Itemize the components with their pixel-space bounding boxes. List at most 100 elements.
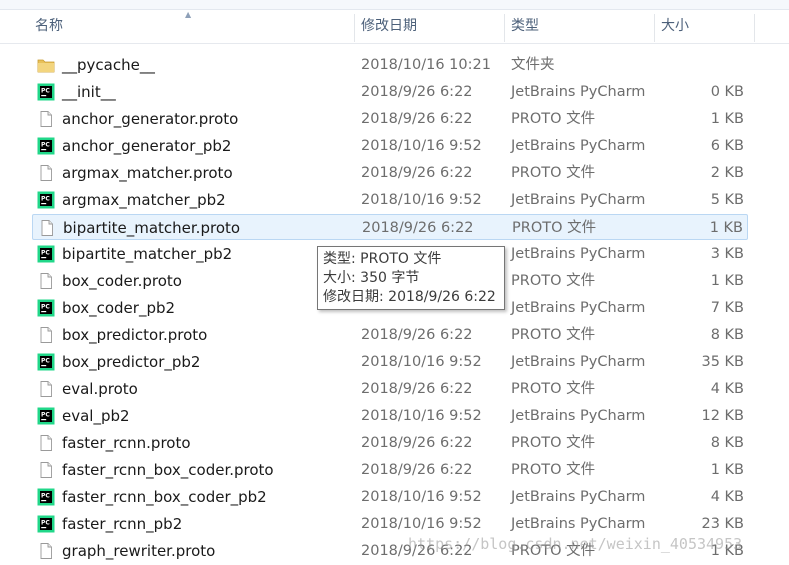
- file-row[interactable]: argmax_matcher.proto 2018/9/26 6:22 PROTO …: [32, 160, 748, 186]
- column-header-size[interactable]: 大小: [654, 10, 754, 43]
- file-icon: [38, 219, 56, 237]
- file-name: faster_rcnn.proto: [62, 434, 191, 452]
- file-name: graph_rewriter.proto: [62, 542, 216, 560]
- file-size: 8 KB: [710, 327, 744, 343]
- file-size: 12 KB: [701, 408, 744, 424]
- file-name: anchor_generator.proto: [62, 110, 239, 128]
- pycharm-icon: PC: [37, 191, 55, 209]
- file-row[interactable]: bipartite_matcher.proto 2018/9/26 6:22 PRO…: [32, 214, 748, 240]
- file-type: PROTO 文件: [511, 381, 596, 397]
- file-date: 2018/9/26 6:22: [361, 165, 473, 181]
- file-date: 2018/9/26 6:22: [361, 327, 473, 343]
- file-type: JetBrains PyCharm: [511, 246, 646, 262]
- file-date: 2018/9/26 6:22: [361, 381, 473, 397]
- file-icon: [37, 380, 55, 398]
- tooltip-type: 类型: PROTO 文件: [323, 251, 442, 267]
- file-date: 2018/10/16 9:52: [361, 516, 482, 532]
- file-icon: [37, 110, 55, 128]
- file-type: JetBrains PyCharm: [511, 354, 646, 370]
- file-row[interactable]: PC faster_rcnn_box_coder_pb2 2018/10/16 9:…: [32, 484, 748, 510]
- file-size: 8 KB: [710, 435, 744, 451]
- file-row[interactable]: __pycache__ 2018/10/16 10:21 文件夹: [32, 52, 748, 78]
- file-icon: [37, 272, 55, 290]
- file-date: 2018/10/16 9:52: [361, 138, 482, 154]
- file-size: 2 KB: [710, 165, 744, 181]
- file-row[interactable]: anchor_generator.proto 2018/9/26 6:22 PROT…: [32, 106, 748, 132]
- file-name: bipartite_matcher.proto: [63, 219, 241, 237]
- file-name: box_coder_pb2: [62, 299, 176, 317]
- column-header-name-label: 名称: [35, 18, 63, 34]
- file-icon: [37, 542, 55, 560]
- file-name: argmax_matcher.proto: [62, 164, 233, 182]
- file-size: 3 KB: [710, 246, 744, 262]
- column-header-date[interactable]: 修改日期: [354, 10, 504, 43]
- file-type: PROTO 文件: [511, 111, 596, 127]
- file-type: JetBrains PyCharm: [511, 84, 646, 100]
- file-type: PROTO 文件: [511, 435, 596, 451]
- svg-text:PC: PC: [41, 412, 50, 419]
- pycharm-icon: PC: [37, 245, 55, 263]
- file-date: 2018/9/26 6:22: [361, 111, 473, 127]
- file-row[interactable]: PC anchor_generator_pb2 2018/10/16 9:52 Jet…: [32, 133, 748, 159]
- folder-icon: [37, 56, 55, 74]
- file-size: 4 KB: [710, 381, 744, 397]
- file-name: eval.proto: [62, 380, 138, 398]
- file-type: JetBrains PyCharm: [511, 138, 646, 154]
- pycharm-icon: PC: [37, 137, 55, 155]
- tooltip-size: 大小: 350 字节: [323, 270, 420, 286]
- svg-text:PC: PC: [41, 520, 50, 527]
- file-size: 1 KB: [710, 462, 744, 478]
- file-row[interactable]: PC eval_pb2 2018/10/16 9:52 JetBrains PyCha…: [32, 403, 748, 429]
- column-header-type[interactable]: 类型: [504, 10, 654, 43]
- file-row[interactable]: PC __init__ 2018/9/26 6:22 JetBrains PyChar…: [32, 79, 748, 105]
- file-name: box_predictor_pb2: [62, 353, 201, 371]
- file-icon: [37, 164, 55, 182]
- column-divider[interactable]: [754, 14, 755, 42]
- file-date: 2018/10/16 9:52: [361, 489, 482, 505]
- file-size: 35 KB: [701, 354, 744, 370]
- top-border: [0, 0, 789, 10]
- file-type: 文件夹: [511, 57, 555, 73]
- file-name: __pycache__: [62, 56, 155, 74]
- svg-text:PC: PC: [41, 142, 50, 149]
- file-date: 2018/9/26 6:22: [361, 462, 473, 478]
- pycharm-icon: PC: [37, 407, 55, 425]
- file-type: JetBrains PyCharm: [511, 489, 646, 505]
- file-type: PROTO 文件: [511, 462, 596, 478]
- file-name: box_coder.proto: [62, 272, 182, 290]
- column-header-name[interactable]: 名称: [28, 10, 354, 43]
- file-date: 2018/9/26 6:22: [361, 435, 473, 451]
- file-date: 2018/10/16 9:52: [361, 354, 482, 370]
- file-row[interactable]: faster_rcnn_box_coder.proto 2018/9/26 6:2…: [32, 457, 748, 483]
- file-name: faster_rcnn_pb2: [62, 515, 183, 533]
- file-row[interactable]: box_predictor.proto 2018/9/26 6:22 PROTO 文…: [32, 322, 748, 348]
- file-name: anchor_generator_pb2: [62, 137, 232, 155]
- svg-text:PC: PC: [41, 358, 50, 365]
- file-type: PROTO 文件: [511, 165, 596, 181]
- watermark: https://blog.csdn.net/weixin_40534953: [408, 535, 743, 553]
- pycharm-icon: PC: [37, 83, 55, 101]
- file-type: PROTO 文件: [512, 220, 597, 236]
- file-row[interactable]: faster_rcnn.proto 2018/9/26 6:22 PROTO 文件 8…: [32, 430, 748, 456]
- file-date: 2018/10/16 9:52: [361, 408, 482, 424]
- file-name: faster_rcnn_box_coder.proto: [62, 461, 274, 479]
- file-row[interactable]: PC argmax_matcher_pb2 2018/10/16 9:52 JetBr…: [32, 187, 748, 213]
- file-size: 6 KB: [710, 138, 744, 154]
- file-type: PROTO 文件: [511, 327, 596, 343]
- pycharm-icon: PC: [37, 299, 55, 317]
- file-row[interactable]: PC box_predictor_pb2 2018/10/16 9:52 JetBra…: [32, 349, 748, 375]
- file-row[interactable]: PC faster_rcnn_pb2 2018/10/16 9:52 JetBrain…: [32, 511, 748, 537]
- svg-text:PC: PC: [41, 88, 50, 95]
- file-name: argmax_matcher_pb2: [62, 191, 226, 209]
- file-date: 2018/9/26 6:22: [361, 84, 473, 100]
- file-type: JetBrains PyCharm: [511, 408, 646, 424]
- column-header-type-label: 类型: [511, 18, 539, 34]
- file-name: __init__: [62, 83, 116, 101]
- column-header-size-label: 大小: [661, 18, 689, 34]
- file-date: 2018/10/16 9:52: [361, 192, 482, 208]
- file-row[interactable]: eval.proto 2018/9/26 6:22 PROTO 文件 4 KB: [32, 376, 748, 402]
- file-icon: [37, 461, 55, 479]
- file-name: box_predictor.proto: [62, 326, 208, 344]
- file-name: bipartite_matcher_pb2: [62, 245, 233, 263]
- file-size: 1 KB: [710, 111, 744, 127]
